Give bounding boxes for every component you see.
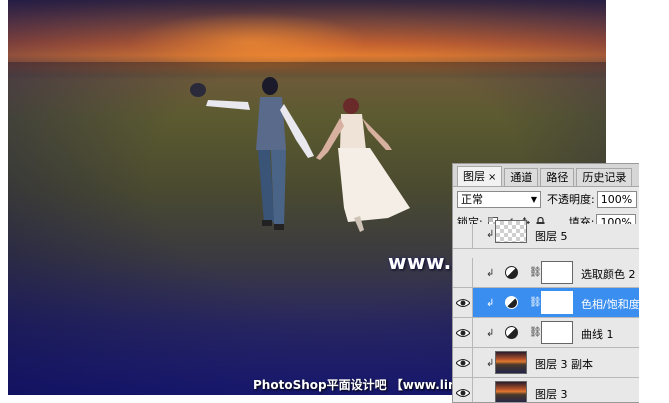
adjustment-layer-icon <box>505 296 518 309</box>
tab-paths[interactable]: 路径 <box>540 168 575 186</box>
tab-paths-label: 路径 <box>546 171 569 184</box>
tab-history[interactable]: 历史记录 <box>576 168 633 186</box>
dropdown-arrow-icon: ▼ <box>530 194 537 204</box>
layer-row-layer3-copy[interactable]: ↲ 图层 3 副本 <box>453 348 639 378</box>
clip-arrow-icon: ↲ <box>486 328 495 339</box>
blend-row: 正常 ▼ 不透明度: 100% <box>453 187 639 211</box>
close-icon[interactable]: × <box>488 172 496 183</box>
layer-thumbnail <box>495 351 527 374</box>
eye-icon[interactable] <box>456 296 470 310</box>
layer-name: 图层 3 <box>535 388 568 401</box>
opacity-input[interactable]: 100% <box>596 190 637 208</box>
eye-icon[interactable] <box>456 326 470 340</box>
blend-mode-value: 正常 <box>461 193 483 206</box>
eye-icon[interactable] <box>456 386 470 400</box>
tab-layers-label: 图层 <box>463 170 485 183</box>
layer-row-selective-color[interactable]: ↲ ⛓ 选取颜色 2 <box>453 258 639 288</box>
layer-row-5[interactable]: ↲ 图层 5 <box>453 220 639 249</box>
blend-mode-select[interactable]: 正常 ▼ <box>457 190 541 208</box>
chain-link-icon: ⛓ <box>529 267 542 278</box>
layers-panel: 图层 × 通道 路径 历史记录 正常 ▼ 不透明度: 100% 锁定: 填充: … <box>452 163 639 403</box>
clip-arrow-icon: ↲ <box>486 298 495 309</box>
chain-link-icon: ⛓ <box>529 297 542 308</box>
clip-arrow-icon: ↲ <box>486 229 495 240</box>
tab-layers[interactable]: 图层 × <box>457 166 503 186</box>
visibility-cell[interactable] <box>453 288 473 317</box>
layer-name: 曲线 1 <box>581 328 614 341</box>
layer-mask-thumbnail <box>541 261 573 284</box>
layer-mask-thumbnail <box>541 321 573 344</box>
layer-thumbnail <box>495 220 527 243</box>
visibility-cell[interactable] <box>453 348 473 377</box>
visibility-cell[interactable] <box>453 224 473 248</box>
layer-mask-thumbnail <box>541 291 573 314</box>
layer-name: 选取颜色 2 <box>581 268 636 281</box>
layer-name: 色相/饱和度 <box>581 298 639 311</box>
tab-history-label: 历史记录 <box>582 171 627 184</box>
layer-row-curves[interactable]: ↲ ⛓ 曲线 1 <box>453 318 639 348</box>
layer-row-hue-saturation[interactable]: ↲ ⛓ 色相/饱和度 <box>453 288 639 318</box>
eye-icon[interactable] <box>456 356 470 370</box>
opacity-label: 不透明度: <box>547 193 595 206</box>
adjustment-layer-icon <box>505 326 518 339</box>
adjustment-layer-icon <box>505 266 518 279</box>
tab-channels[interactable]: 通道 <box>504 168 539 186</box>
clip-arrow-icon: ↲ <box>486 358 495 369</box>
visibility-cell[interactable] <box>453 318 473 347</box>
layer-name: 图层 5 <box>535 230 568 243</box>
visibility-cell[interactable] <box>453 378 473 402</box>
layer-row-layer3[interactable]: 图层 3 <box>453 378 639 402</box>
tab-channels-label: 通道 <box>510 171 533 184</box>
layer-thumbnail <box>495 381 527 402</box>
layer-name: 图层 3 副本 <box>535 358 593 371</box>
clip-arrow-icon: ↲ <box>486 268 495 279</box>
visibility-cell[interactable] <box>453 258 473 287</box>
panel-tabs: 图层 × 通道 路径 历史记录 <box>453 164 639 187</box>
chain-link-icon: ⛓ <box>529 327 542 338</box>
